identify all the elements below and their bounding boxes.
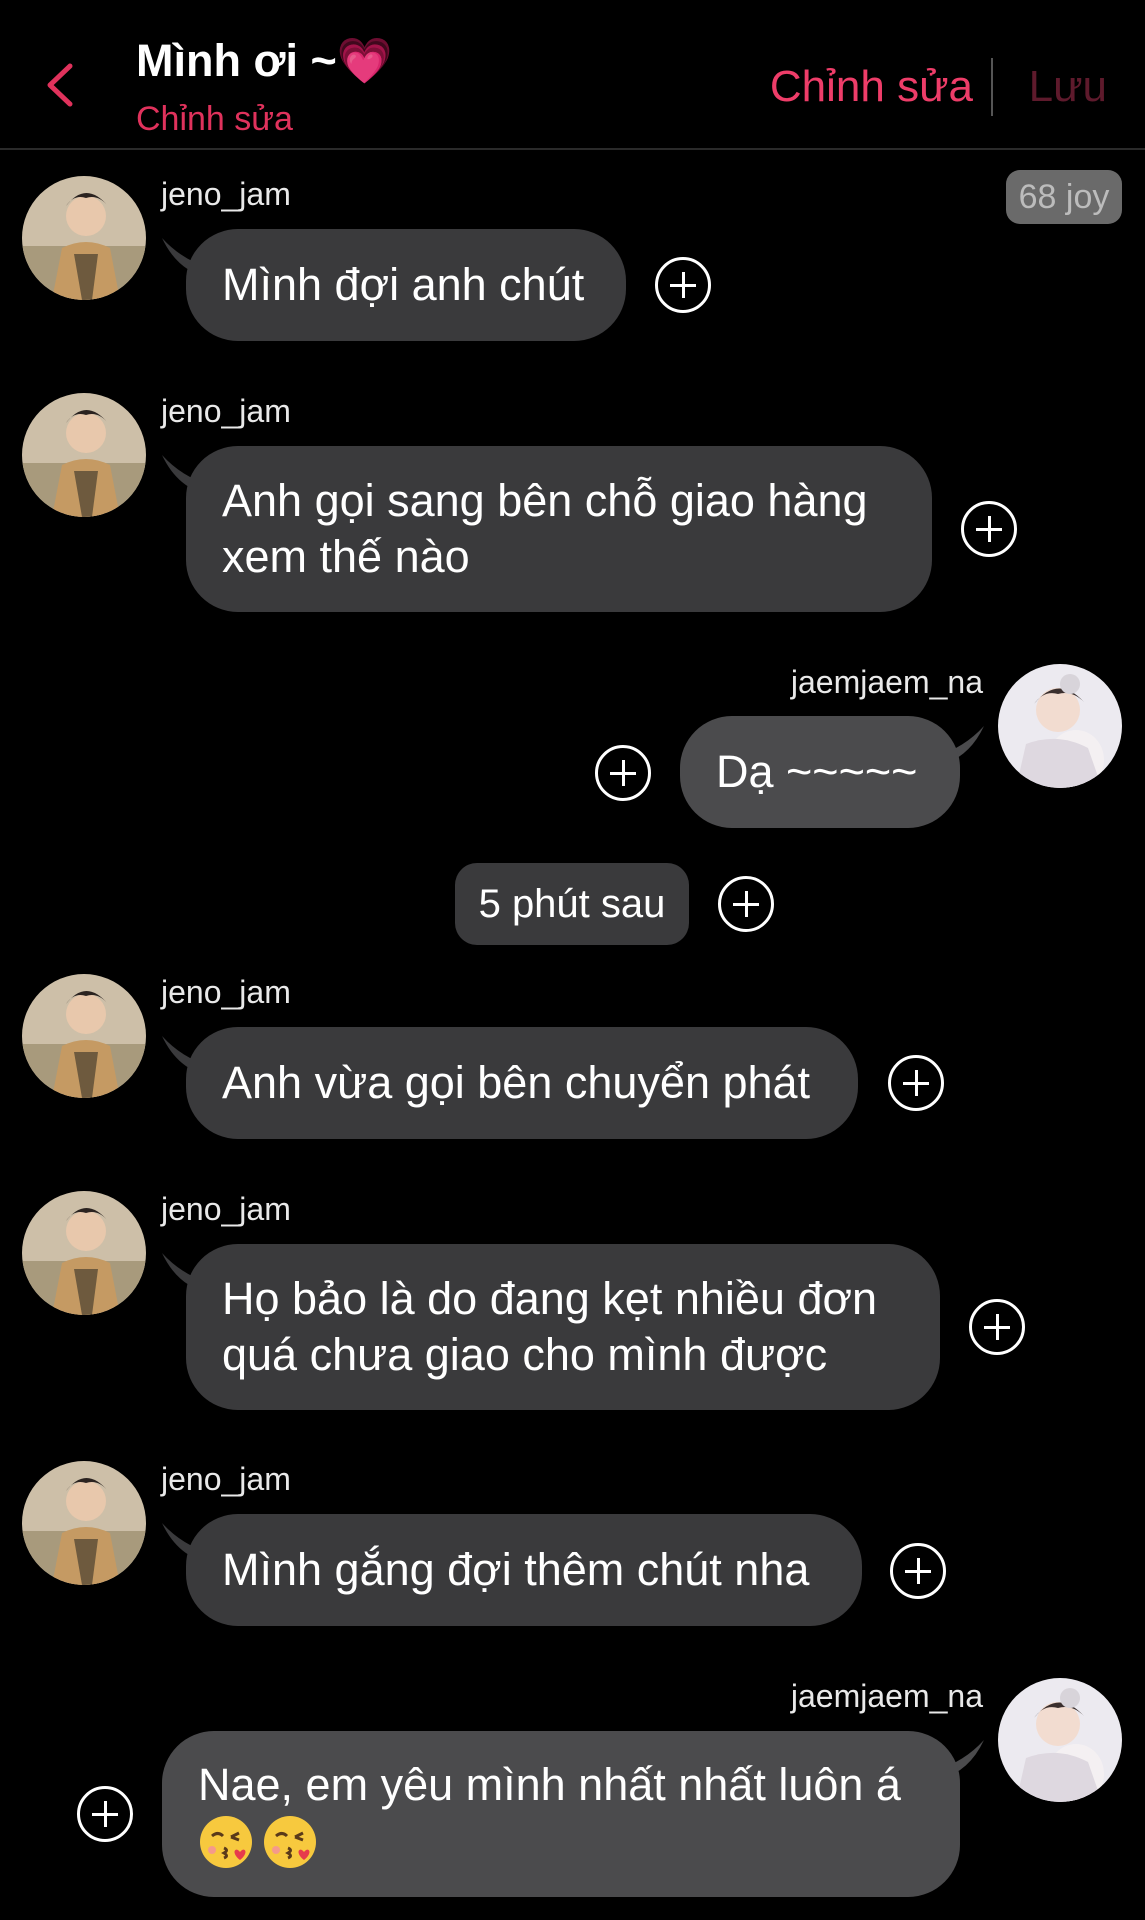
- save-button[interactable]: Lưu: [1029, 62, 1107, 112]
- sender-name: jeno_jam: [161, 393, 291, 429]
- avatar-jeno[interactable]: [22, 1191, 146, 1315]
- message-text: Mình gắng đợi thêm chút nha: [222, 1544, 810, 1595]
- chat-title: Mình ơi ~💗: [136, 35, 393, 86]
- kissing-face-icon: [264, 1816, 316, 1868]
- message-bubble[interactable]: Anh gọi sang bên chỗ giao hàng xem thế n…: [186, 446, 932, 612]
- add-circle-icon[interactable]: [655, 257, 711, 313]
- message-bubble[interactable]: Họ bảo là do đang kẹt nhiều đơn quá chưa…: [186, 1244, 940, 1410]
- add-circle-icon[interactable]: [961, 501, 1017, 557]
- message-text: Anh vừa gọi bên chuyển phát: [222, 1057, 811, 1108]
- message-text: Dạ ~~~~~: [716, 746, 918, 797]
- message-text: Anh gọi sang bên chỗ giao hàng xem thế n…: [222, 475, 868, 582]
- message-text: Nae, em yêu mình nhất nhất luôn á: [198, 1759, 901, 1810]
- joy-badge: 68 joy: [1006, 170, 1122, 224]
- back-chevron-icon[interactable]: [38, 60, 88, 110]
- message-bubble[interactable]: Mình gắng đợi thêm chút nha: [186, 1514, 862, 1626]
- kissing-face-icon: [200, 1816, 252, 1868]
- avatar-jeno[interactable]: [22, 1461, 146, 1585]
- add-circle-icon[interactable]: [888, 1055, 944, 1111]
- add-circle-icon[interactable]: [969, 1299, 1025, 1355]
- time-separator: 5 phút sau: [455, 863, 689, 945]
- sender-name: jeno_jam: [161, 1461, 291, 1497]
- sender-name: jeno_jam: [161, 974, 291, 1010]
- chat-header: Mình ơi ~💗 Chỉnh sửa Chỉnh sửa Lưu: [0, 0, 1145, 150]
- avatar-jaemin[interactable]: [998, 1678, 1122, 1802]
- add-circle-icon[interactable]: [718, 876, 774, 932]
- sender-name: jeno_jam: [161, 176, 291, 212]
- message-text: Mình đợi anh chút: [222, 259, 585, 310]
- message-bubble[interactable]: Anh vừa gọi bên chuyển phát: [186, 1027, 858, 1139]
- avatar-jeno[interactable]: [22, 974, 146, 1098]
- sender-name: jaemjaem_na: [790, 1678, 983, 1714]
- time-separator-text: 5 phút sau: [478, 881, 666, 926]
- avatar-jeno[interactable]: [22, 176, 146, 300]
- sender-name: jeno_jam: [161, 1191, 291, 1227]
- add-circle-icon[interactable]: [595, 745, 651, 801]
- message-bubble[interactable]: Dạ ~~~~~: [680, 716, 960, 828]
- sender-name: jaemjaem_na: [790, 664, 983, 700]
- chat-subtitle[interactable]: Chỉnh sửa: [136, 100, 293, 139]
- message-text: Họ bảo là do đang kẹt nhiều đơn quá chưa…: [222, 1273, 878, 1380]
- add-circle-icon[interactable]: [77, 1786, 133, 1842]
- avatar-jeno[interactable]: [22, 393, 146, 517]
- add-circle-icon[interactable]: [890, 1543, 946, 1599]
- edit-button[interactable]: Chỉnh sửa: [770, 62, 973, 112]
- header-divider: [991, 58, 993, 116]
- avatar-jaemin[interactable]: [998, 664, 1122, 788]
- message-bubble[interactable]: Mình đợi anh chút: [186, 229, 626, 341]
